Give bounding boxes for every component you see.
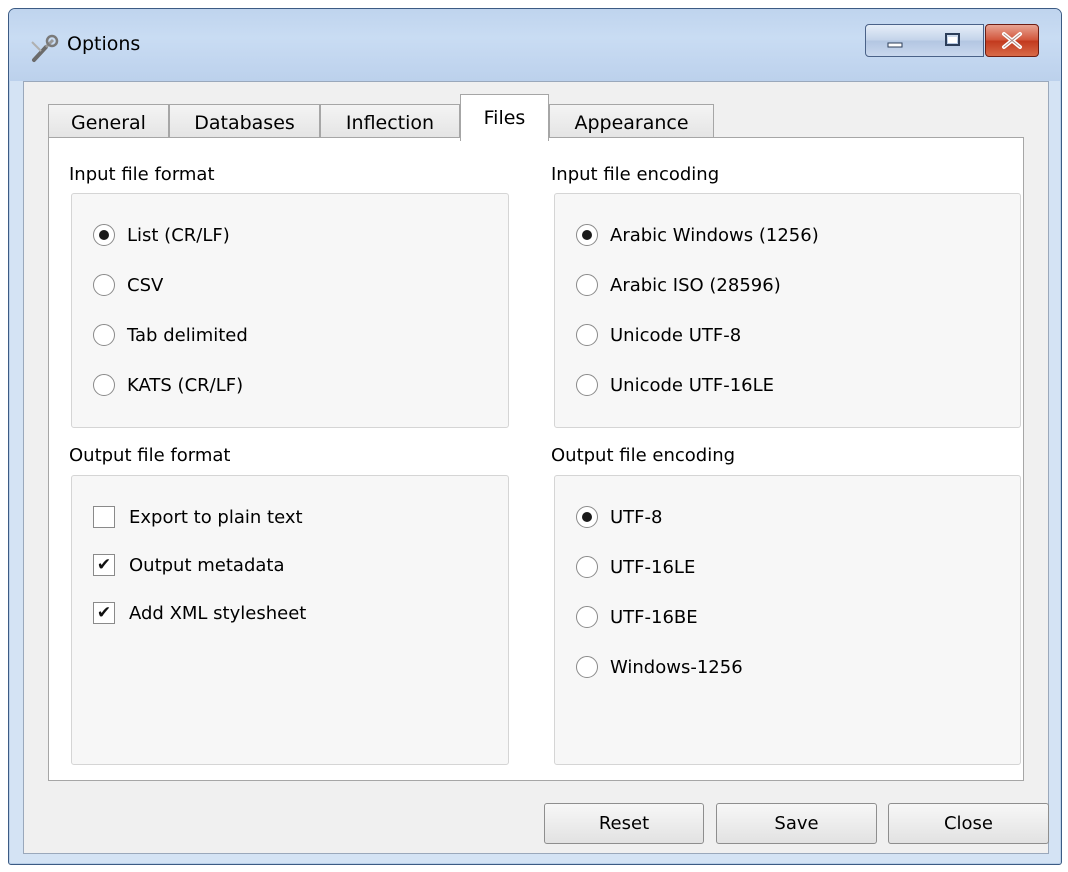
radio-out-utf16le[interactable]: UTF-16LE [576,552,695,582]
tab-databases[interactable]: Databases [169,104,320,140]
minimize-button[interactable] [865,24,925,57]
radio-indicator [93,374,115,396]
tab-inflection-label: Inflection [345,111,435,134]
window-title: Options [67,33,141,55]
wrench-icon [31,34,59,62]
radio-input-kats[interactable]: KATS (CR/LF) [93,370,243,400]
radio-indicator [93,274,115,296]
radio-out-utf8[interactable]: UTF-8 [576,502,662,532]
radio-indicator [576,656,598,678]
maximize-icon [945,33,960,46]
radio-input-tab-delimited[interactable]: Tab delimited [93,320,248,350]
radio-label: UTF-16BE [610,606,698,628]
radio-label: Unicode UTF-8 [610,324,742,346]
radio-indicator [576,374,598,396]
radio-indicator [576,274,598,296]
tab-appearance-label: Appearance [574,111,689,134]
output-file-encoding-group: UTF-8 UTF-16LE UTF-16BE Windows-1256 [554,475,1021,765]
checkbox-label: Add XML stylesheet [129,602,307,624]
radio-enc-arabic-windows[interactable]: Arabic Windows (1256) [576,220,819,250]
reset-button[interactable]: Reset [544,803,704,844]
radio-label: UTF-16LE [610,556,696,578]
save-button[interactable]: Save [716,803,877,844]
radio-label: Tab delimited [127,324,248,346]
radio-label: KATS (CR/LF) [127,374,244,396]
radio-out-utf16be[interactable]: UTF-16BE [576,602,698,632]
minimize-icon [887,42,903,48]
close-icon [1002,32,1022,49]
input-file-encoding-group: Arabic Windows (1256) Arabic ISO (28596)… [554,193,1021,428]
files-tab-panel: Input file format List (CR/LF) CSV Tab d… [48,137,1024,781]
output-file-encoding-label: Output file encoding [551,445,736,466]
radio-indicator [576,506,598,528]
radio-indicator [576,224,598,246]
radio-indicator [93,324,115,346]
tab-files[interactable]: Files [460,94,549,141]
checkbox-indicator: ✔ [93,602,115,624]
checkbox-add-xml-stylesheet[interactable]: ✔ Add XML stylesheet [93,598,306,628]
radio-label: List (CR/LF) [127,224,230,246]
title-bar[interactable]: Options [9,9,1061,81]
checkbox-label: Output metadata [129,554,285,576]
checkbox-indicator [93,506,115,528]
radio-out-windows-1256[interactable]: Windows-1256 [576,652,743,682]
output-file-format-label: Output file format [69,445,231,466]
radio-input-csv[interactable]: CSV [93,270,163,300]
options-window: Options General Databases Inflection Fil… [8,8,1062,865]
radio-label: UTF-8 [610,506,663,528]
checkbox-label: Export to plain text [129,506,303,528]
radio-enc-utf8[interactable]: Unicode UTF-8 [576,320,741,350]
checkbox-indicator: ✔ [93,554,115,576]
radio-label: CSV [127,274,164,296]
radio-enc-arabic-iso[interactable]: Arabic ISO (28596) [576,270,781,300]
checkbox-export-plain-text[interactable]: Export to plain text [93,502,303,532]
radio-label: Arabic Windows (1256) [610,224,819,246]
radio-indicator [93,224,115,246]
radio-label: Windows-1256 [610,656,743,678]
input-file-encoding-label: Input file encoding [551,164,720,185]
tab-databases-label: Databases [194,111,295,134]
close-button[interactable]: Close [888,803,1049,844]
radio-indicator [576,556,598,578]
tab-inflection[interactable]: Inflection [320,104,460,140]
close-window-button[interactable] [985,24,1039,57]
radio-indicator [576,606,598,628]
tab-general-label: General [71,111,146,134]
tab-general[interactable]: General [48,104,169,140]
tab-appearance[interactable]: Appearance [549,104,714,140]
input-file-format-label: Input file format [69,164,215,185]
radio-input-list[interactable]: List (CR/LF) [93,220,230,250]
input-file-format-group: List (CR/LF) CSV Tab delimited KATS (CR/… [71,193,509,428]
radio-indicator [576,324,598,346]
dialog-client-area: General Databases Inflection Files Appea… [23,81,1049,854]
maximize-button[interactable] [923,24,984,57]
output-file-format-group: Export to plain text ✔ Output metadata ✔… [71,475,509,765]
radio-label: Arabic ISO (28596) [610,274,781,296]
tab-files-label: Files [483,107,526,129]
radio-enc-utf16le[interactable]: Unicode UTF-16LE [576,370,774,400]
radio-label: Unicode UTF-16LE [610,374,775,396]
checkbox-output-metadata[interactable]: ✔ Output metadata [93,550,285,580]
